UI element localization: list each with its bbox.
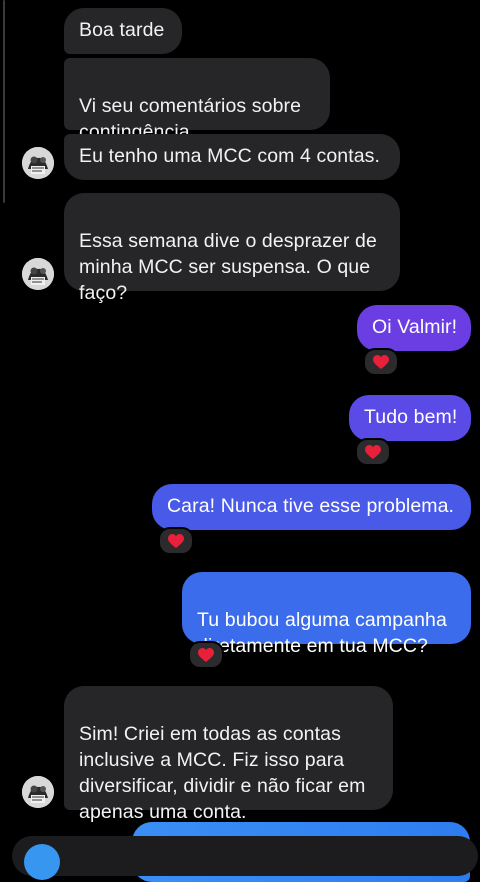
message-text: Cara! Nunca tive esse problema. <box>167 495 455 517</box>
message-text: Sim! Criei em todas as contas inclusive … <box>79 723 366 823</box>
message-bubble-outgoing[interactable]: Oi Valmir! <box>357 305 471 351</box>
red-heart-icon <box>373 354 389 369</box>
message-text: Eu tenho uma MCC com 4 contas. <box>79 145 381 167</box>
message-reaction[interactable] <box>188 641 224 669</box>
red-heart-icon <box>168 533 184 548</box>
edge-scroll-indicator <box>3 0 5 203</box>
avatar-image <box>22 776 54 808</box>
message-bubble-outgoing[interactable]: Tudo bem! <box>349 395 471 441</box>
avatar-image <box>22 147 54 179</box>
message-text: Boa tarde <box>79 19 165 41</box>
message-reaction[interactable] <box>355 438 391 466</box>
message-text: Oi Valmir! <box>372 316 458 338</box>
message-bubble-incoming[interactable]: Essa semana dive o desprazer de minha MC… <box>64 193 400 304</box>
red-heart-icon <box>198 647 214 662</box>
message-composer[interactable] <box>12 836 478 876</box>
message-bubble-incoming[interactable]: Vi seu comentários sobre contingência. <box>64 58 330 143</box>
message-bubble-outgoing[interactable]: Cara! Nunca tive esse problema. <box>152 484 471 530</box>
message-text: Tudo bem! <box>364 406 458 428</box>
contact-avatar[interactable] <box>22 776 54 808</box>
message-reaction[interactable] <box>363 348 399 376</box>
message-reaction[interactable] <box>158 527 194 555</box>
contact-avatar[interactable] <box>22 147 54 179</box>
camera-button[interactable] <box>24 844 60 880</box>
contact-avatar[interactable] <box>22 258 54 290</box>
message-bubble-incoming[interactable]: Sim! Criei em todas as contas inclusive … <box>64 686 393 823</box>
avatar-image <box>22 258 54 290</box>
red-heart-icon <box>365 444 381 459</box>
message-bubble-incoming[interactable]: Eu tenho uma MCC com 4 contas. <box>64 134 400 180</box>
message-bubble-outgoing[interactable]: Tu bubou alguma campanha diretamente em … <box>182 572 471 657</box>
message-bubble-incoming[interactable]: Boa tarde <box>64 8 182 54</box>
message-text: Tu bubou alguma campanha diretamente em … <box>197 609 447 657</box>
message-text: Essa semana dive o desprazer de minha MC… <box>79 230 377 304</box>
